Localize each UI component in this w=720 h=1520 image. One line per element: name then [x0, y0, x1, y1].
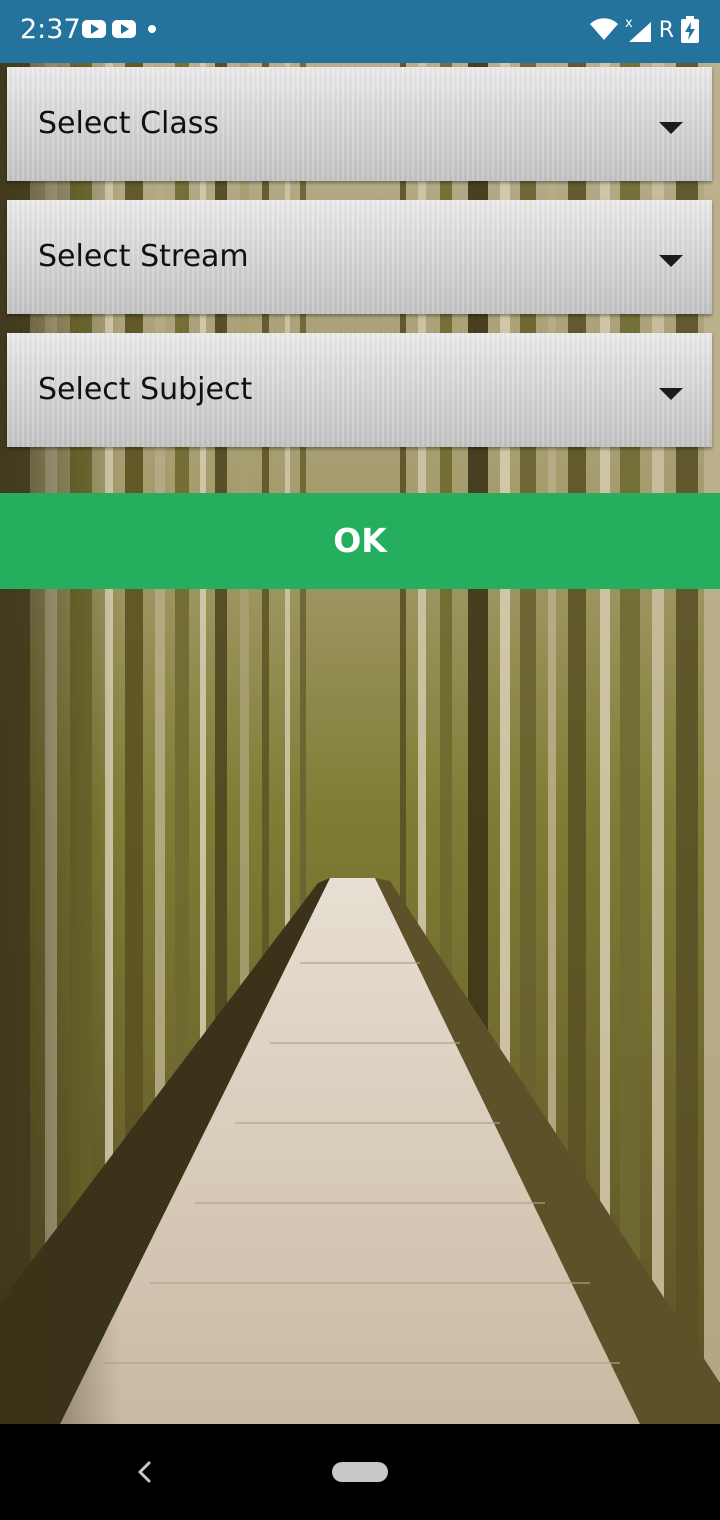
back-icon[interactable]: [132, 1457, 158, 1487]
ok-button[interactable]: OK: [0, 493, 720, 589]
class-dropdown[interactable]: Select Class: [7, 67, 712, 181]
wifi-icon: [589, 18, 618, 40]
dropdown-arrow-icon: [659, 122, 683, 134]
status-time: 2:37: [20, 14, 81, 45]
svg-text:x: x: [625, 16, 633, 31]
roaming-label: R: [658, 17, 674, 43]
notification-dot-icon: [148, 25, 156, 33]
dropdown-arrow-icon: [659, 255, 683, 267]
status-system-icons: x R: [589, 16, 700, 44]
subject-dropdown[interactable]: Select Subject: [7, 333, 712, 447]
status-bar: 2:37 x R: [0, 0, 720, 63]
youtube-icon: [82, 20, 106, 38]
stream-dropdown-value: Select Stream: [38, 239, 249, 274]
dropdown-arrow-icon: [659, 388, 683, 400]
home-pill[interactable]: [332, 1462, 388, 1482]
youtube-icon: [112, 20, 136, 38]
stream-dropdown[interactable]: Select Stream: [7, 200, 712, 314]
class-dropdown-value: Select Class: [38, 106, 220, 141]
signal-icon: x: [625, 16, 651, 42]
subject-dropdown-value: Select Subject: [38, 372, 253, 407]
status-notification-icons: [82, 20, 156, 38]
battery-charging-icon: [681, 16, 699, 43]
